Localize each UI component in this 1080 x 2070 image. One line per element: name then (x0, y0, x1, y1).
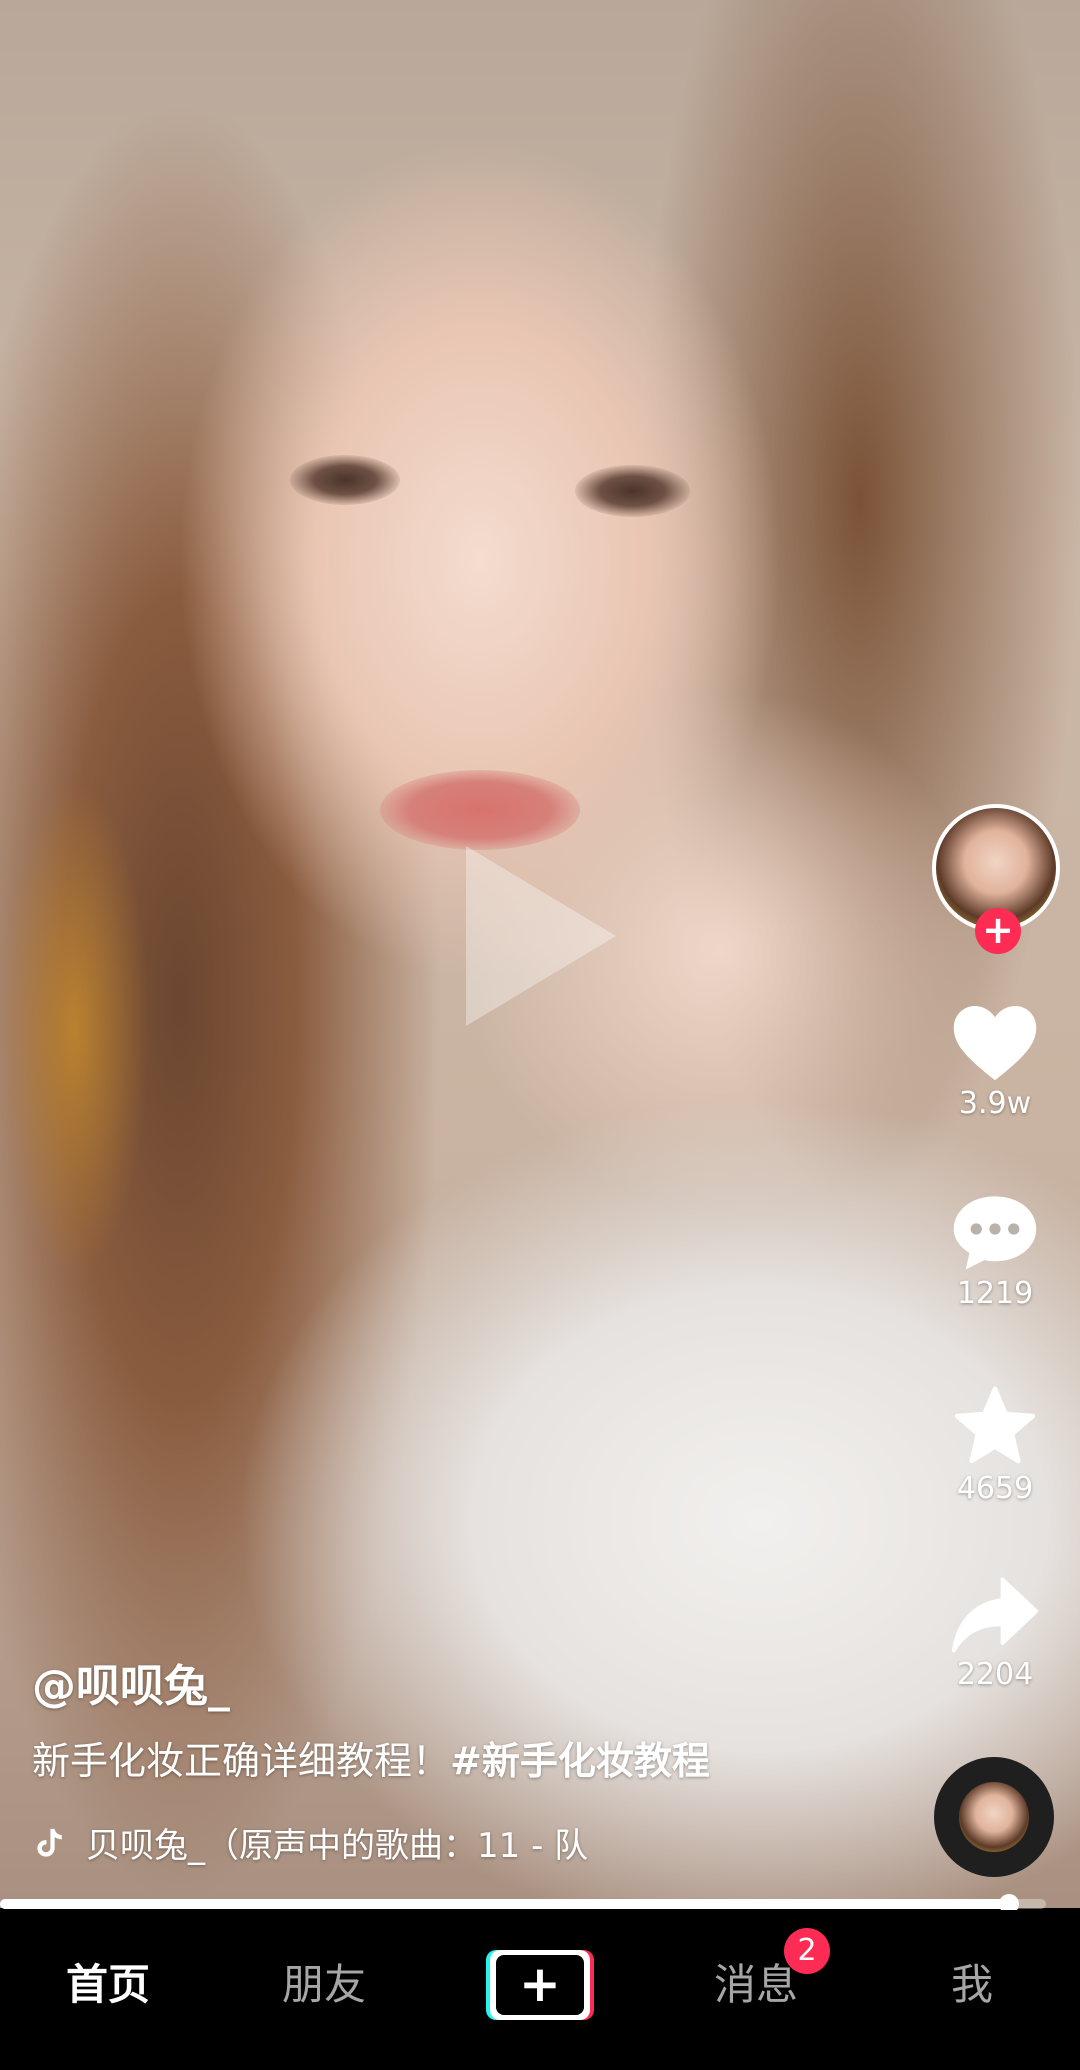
music-note-icon (37, 1828, 62, 1857)
video-progress-bar[interactable] (0, 1894, 1046, 1914)
music-title: 贝呗兔_（原声中的歌曲：11 - 队 (86, 1826, 589, 1866)
favorite-count: 4659 (956, 1471, 1034, 1506)
hashtag-link[interactable]: #新手化妆教程 (450, 1739, 710, 1783)
description-text: 新手化妆正确详细教程！ (32, 1739, 451, 1783)
share-count: 2204 (956, 1657, 1034, 1692)
video-frame-detail (290, 455, 400, 505)
tab-home[interactable]: 首页 (28, 1910, 188, 2070)
comment-icon (953, 1196, 1037, 1270)
music-info[interactable]: 贝呗兔_（原声中的歌曲：11 - 队 (32, 1818, 588, 1867)
comment-button[interactable]: 1219 (930, 1190, 1060, 1311)
create-button[interactable]: + (486, 1950, 594, 2020)
video-description: 新手化妆正确详细教程！#新手化妆教程 (32, 1730, 710, 1785)
like-count: 3.9w (958, 1086, 1032, 1121)
star-icon (954, 1386, 1036, 1464)
follow-button[interactable]: + (975, 908, 1021, 954)
bottom-tab-bar: 首页 朋友 + 消息 我 (0, 1910, 1080, 2070)
tab-friends[interactable]: 朋友 (244, 1910, 404, 2070)
play-icon[interactable] (466, 846, 616, 1026)
music-disc-button[interactable] (934, 1757, 1054, 1877)
favorite-button[interactable]: 4659 (930, 1385, 1060, 1506)
comment-count: 1219 (956, 1276, 1034, 1311)
messages-badge: 2 (784, 1928, 830, 1974)
share-button[interactable]: 2204 (930, 1575, 1060, 1692)
video-frame-detail (0, 780, 150, 1280)
music-cover-avatar (959, 1782, 1029, 1852)
author-name[interactable]: @呗呗兔_ (32, 1650, 230, 1714)
progress-fill (0, 1899, 1010, 1909)
video-frame-detail (380, 770, 580, 850)
video-feed-screen: + 3.9w 1219 4659 2204 @呗呗兔_ 新手化妆正确详细教程！#… (0, 0, 1080, 2070)
like-button[interactable]: 3.9w (930, 1000, 1060, 1121)
video-frame-detail (575, 465, 690, 517)
plus-icon: + (496, 1955, 584, 2015)
share-icon (951, 1577, 1039, 1653)
tab-me[interactable]: 我 (892, 1910, 1052, 2070)
heart-icon (953, 1006, 1037, 1081)
creator-avatar-group[interactable]: + (932, 804, 1060, 954)
